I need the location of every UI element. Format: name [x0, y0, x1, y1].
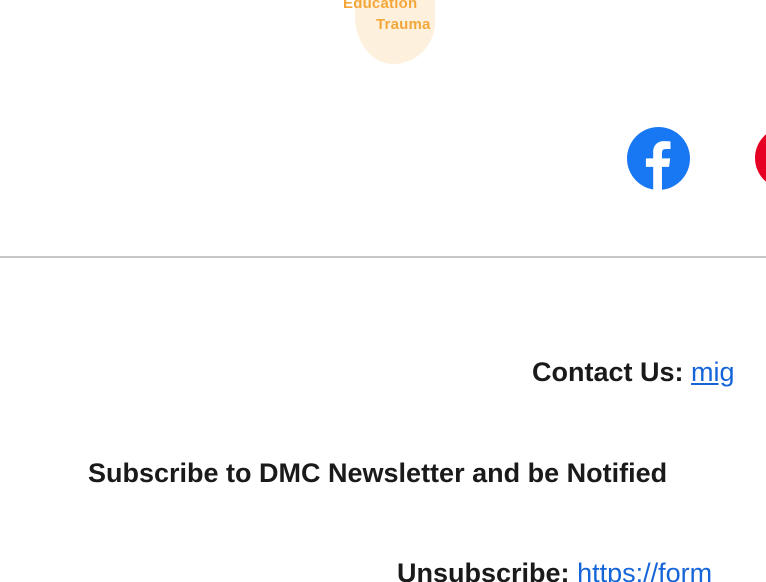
pinterest-icon[interactable]: [755, 127, 766, 189]
contact-email-link[interactable]: mig: [691, 357, 735, 387]
unsubscribe-line: Unsubscribe: https://form: [397, 558, 712, 582]
logo: Education Trauma: [325, 0, 445, 64]
logo-word-education: Education: [343, 0, 418, 12]
subscribe-text: Subscribe to DMC Newsletter and be Notif…: [88, 458, 668, 488]
email-footer: Education Trauma Contact Us: mig Subscri…: [0, 0, 766, 582]
facebook-icon[interactable]: [627, 127, 690, 190]
unsubscribe-label: Unsubscribe:: [397, 558, 570, 582]
divider: [0, 256, 766, 258]
contact-line: Contact Us: mig: [532, 357, 735, 388]
contact-label: Contact Us:: [532, 357, 684, 387]
logo-word-trauma: Trauma: [376, 16, 431, 33]
unsubscribe-link[interactable]: https://form: [577, 558, 712, 582]
